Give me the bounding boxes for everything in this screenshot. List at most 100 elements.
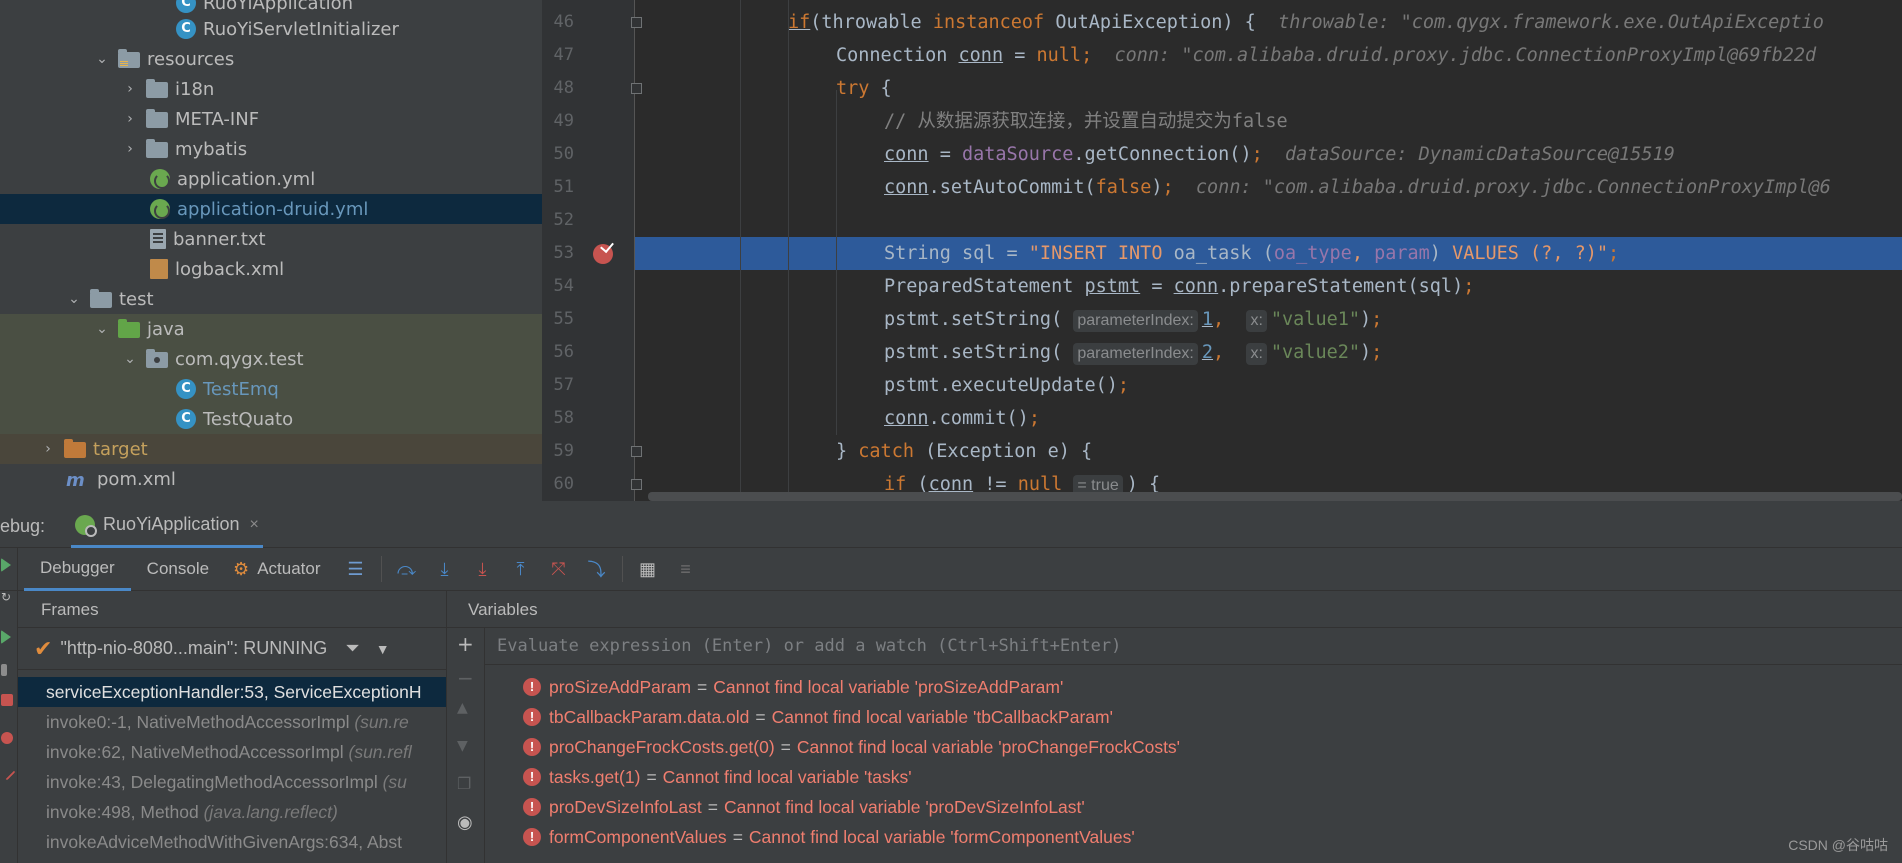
watch-item[interactable]: ! tasks.get(1) = Cannot find local variable… [523, 762, 912, 792]
tree-item-meta-inf[interactable]: › META-INF [0, 104, 542, 134]
code-line-48[interactable]: try { [635, 72, 1902, 105]
trace-icon[interactable]: ≡ [675, 558, 697, 580]
tree-item-testemq[interactable]: C TestEmq [0, 374, 542, 404]
code-token: pstmt.setString( [884, 309, 1063, 330]
evaluate-expression-icon[interactable]: ▦ [637, 558, 659, 580]
move-down-icon[interactable]: ▼ [457, 738, 468, 754]
run-config-label: RuoYiApplication [103, 514, 240, 534]
code-line-53-current[interactable]: String sql = "INSERT INTO oa_task (oa_ty… [635, 237, 1902, 270]
frame-item[interactable]: invoke:43, DelegatingMethodAccessorImpl … [18, 767, 446, 797]
breakpoint-icon[interactable] [593, 244, 613, 264]
code-line-52[interactable] [635, 204, 1902, 237]
code-line-51[interactable]: conn.setAutoCommit(false); conn: "com.al… [635, 171, 1902, 204]
tab-console[interactable]: Console [131, 548, 225, 591]
menu-lines-icon[interactable]: ☰ [345, 558, 367, 580]
code-token: ; [1028, 408, 1040, 429]
play-icon[interactable] [1, 630, 11, 644]
tree-item-logback-xml[interactable]: logback.xml [0, 254, 542, 284]
tree-item-mybatis[interactable]: › mybatis [0, 134, 542, 164]
code-line-56[interactable]: pstmt.setString( parameterIndex: 2, x: "va… [635, 336, 1902, 369]
code-line-59[interactable]: } catch (Exception e) { [635, 435, 1902, 468]
step-over-icon[interactable]: ⤼ [396, 558, 418, 580]
watch-value: Cannot find local variable 'proSizeAddPa… [713, 677, 1064, 697]
watch-item[interactable]: ! proChangeFrockCosts.get(0) = Cannot find … [523, 732, 1180, 762]
frame-item[interactable]: invoke:498, Method (java.lang.reflect) [18, 797, 446, 827]
eye-icon[interactable]: ◉ [457, 812, 473, 833]
run-config-tab[interactable]: RuoYiApplication × [71, 505, 263, 548]
move-up-icon[interactable]: ▲ [457, 700, 468, 716]
tree-item-resources[interactable]: ⌄ resources [0, 44, 542, 74]
frame-item[interactable]: invoke0:-1, NativeMethodAccessorImpl (su… [18, 707, 446, 737]
tree-item-java[interactable]: ⌄ java [0, 314, 542, 344]
frame-item[interactable]: invoke:62, NativeMethodAccessorImpl (sun… [18, 737, 446, 767]
frame-item[interactable]: serviceExceptionHandler:53, ServiceExcep… [18, 677, 446, 707]
tab-debugger[interactable]: Debugger [24, 548, 131, 591]
code-line-58[interactable]: conn.commit(); [635, 402, 1902, 435]
chevron-down-icon[interactable]: ⌄ [66, 291, 82, 307]
chevron-down-icon[interactable]: ⌄ [94, 51, 110, 67]
line-number: 57 [553, 375, 574, 395]
thread-selector[interactable]: ✔ "http-nio-8080...main": RUNNING ⏷ ▼ [18, 628, 446, 670]
drop-frame-icon[interactable]: ⤧ [548, 558, 570, 580]
chevron-down-icon[interactable]: ▼ [376, 641, 390, 657]
watch-item[interactable]: ! formComponentValues = Cannot find local v… [523, 822, 1135, 852]
tree-item-testquato[interactable]: C TestQuato [0, 404, 542, 434]
tree-item-test[interactable]: ⌄ test [0, 284, 542, 314]
tree-item-application-yml[interactable]: application.yml [0, 164, 542, 194]
tree-item-banner-txt[interactable]: banner.txt [0, 224, 542, 254]
chevron-down-icon[interactable]: ⌄ [122, 351, 138, 367]
frame-item[interactable]: invokeAdviceMethodWithGivenArgs:634, Abs… [18, 827, 446, 857]
tree-item-target[interactable]: › target [0, 434, 542, 464]
code-token: pstmt.setString( [884, 342, 1063, 363]
line-number: 51 [553, 177, 574, 197]
tree-item-pom-xml[interactable]: m pom.xml [0, 464, 542, 494]
filter-icon[interactable]: ⏷ [345, 638, 359, 659]
code-line-57[interactable]: pstmt.executeUpdate(); [635, 369, 1902, 402]
code-line-50[interactable]: conn = dataSource.getConnection(); dataS… [635, 138, 1902, 171]
evaluate-expression-input[interactable]: Evaluate expression (Enter) or add a wat… [485, 628, 1902, 665]
watch-equals: = [732, 827, 743, 847]
code-line-47[interactable]: Connection conn = null; conn: "com.aliba… [635, 39, 1902, 72]
tree-item-application-druid-yml[interactable]: application-druid.yml [0, 194, 542, 224]
pause-icon[interactable] [1, 664, 7, 676]
chevron-down-icon[interactable]: ⌄ [94, 321, 110, 337]
stop-icon[interactable] [1, 694, 13, 706]
step-out-icon[interactable]: ⤒ [510, 558, 532, 580]
code-token: pstmt [1084, 276, 1141, 297]
watch-item[interactable]: ! proDevSizeInfoLast = Cannot find local va… [523, 792, 1085, 822]
close-icon[interactable]: × [249, 516, 258, 534]
tab-actuator[interactable]: ⚙ Actuator [225, 548, 336, 591]
code-line-55[interactable]: pstmt.setString( parameterIndex: 1, x: "va… [635, 303, 1902, 336]
tree-item-i18n[interactable]: › i18n [0, 74, 542, 104]
code-line-46[interactable]: if(throwable instanceof OutApiException)… [635, 6, 1902, 39]
tree-item-label: target [93, 438, 148, 460]
watch-item[interactable]: ! proSizeAddParam = Cannot find local varia… [523, 672, 1063, 702]
chevron-right-icon[interactable]: › [122, 111, 138, 127]
force-step-into-icon[interactable]: ⤓ [472, 558, 494, 580]
code-line-49[interactable]: // 从数据源获取连接，并设置自动提交为false [635, 105, 1902, 138]
rerun-icon[interactable]: ↻ [1, 590, 13, 604]
frame-method: invokeAdviceMethodWithGivenArgs:634, Abs… [46, 832, 403, 852]
watch-item[interactable]: ! tbCallbackParam.data.old = Cannot find lo… [523, 702, 1113, 732]
add-watch-icon[interactable]: + [457, 632, 474, 656]
chevron-right-icon[interactable]: › [122, 81, 138, 97]
remove-watch-icon[interactable]: − [457, 666, 474, 690]
copy-icon[interactable]: ❐ [457, 774, 471, 793]
view-breakpoints-icon[interactable] [1, 732, 13, 744]
code-token: ; [1608, 243, 1620, 264]
code-token: conn [1173, 276, 1219, 297]
tree-item-ruoyiservletinitializer[interactable]: C RuoYiServletInitializer [0, 14, 542, 44]
tree-item-com-qygx-test[interactable]: ⌄ com.qygx.test [0, 344, 542, 374]
code-line-54[interactable]: PreparedStatement pstmt = conn.prepareSt… [635, 270, 1902, 303]
chevron-right-icon[interactable]: › [122, 141, 138, 157]
mute-breakpoints-icon[interactable] [0, 763, 16, 781]
frame-method: invoke:62, NativeMethodAccessorImpl [46, 742, 349, 762]
code-token: conn [958, 45, 1004, 66]
chevron-right-icon[interactable]: › [40, 441, 56, 457]
step-into-icon[interactable]: ⤓ [434, 558, 456, 580]
horizontal-scrollbar[interactable] [648, 492, 1902, 501]
code-token: .commit() [928, 408, 1029, 429]
spring-boot-icon [75, 514, 98, 537]
java-class-icon: C [176, 379, 196, 399]
run-to-cursor-icon[interactable]: ⤵ [586, 558, 608, 580]
